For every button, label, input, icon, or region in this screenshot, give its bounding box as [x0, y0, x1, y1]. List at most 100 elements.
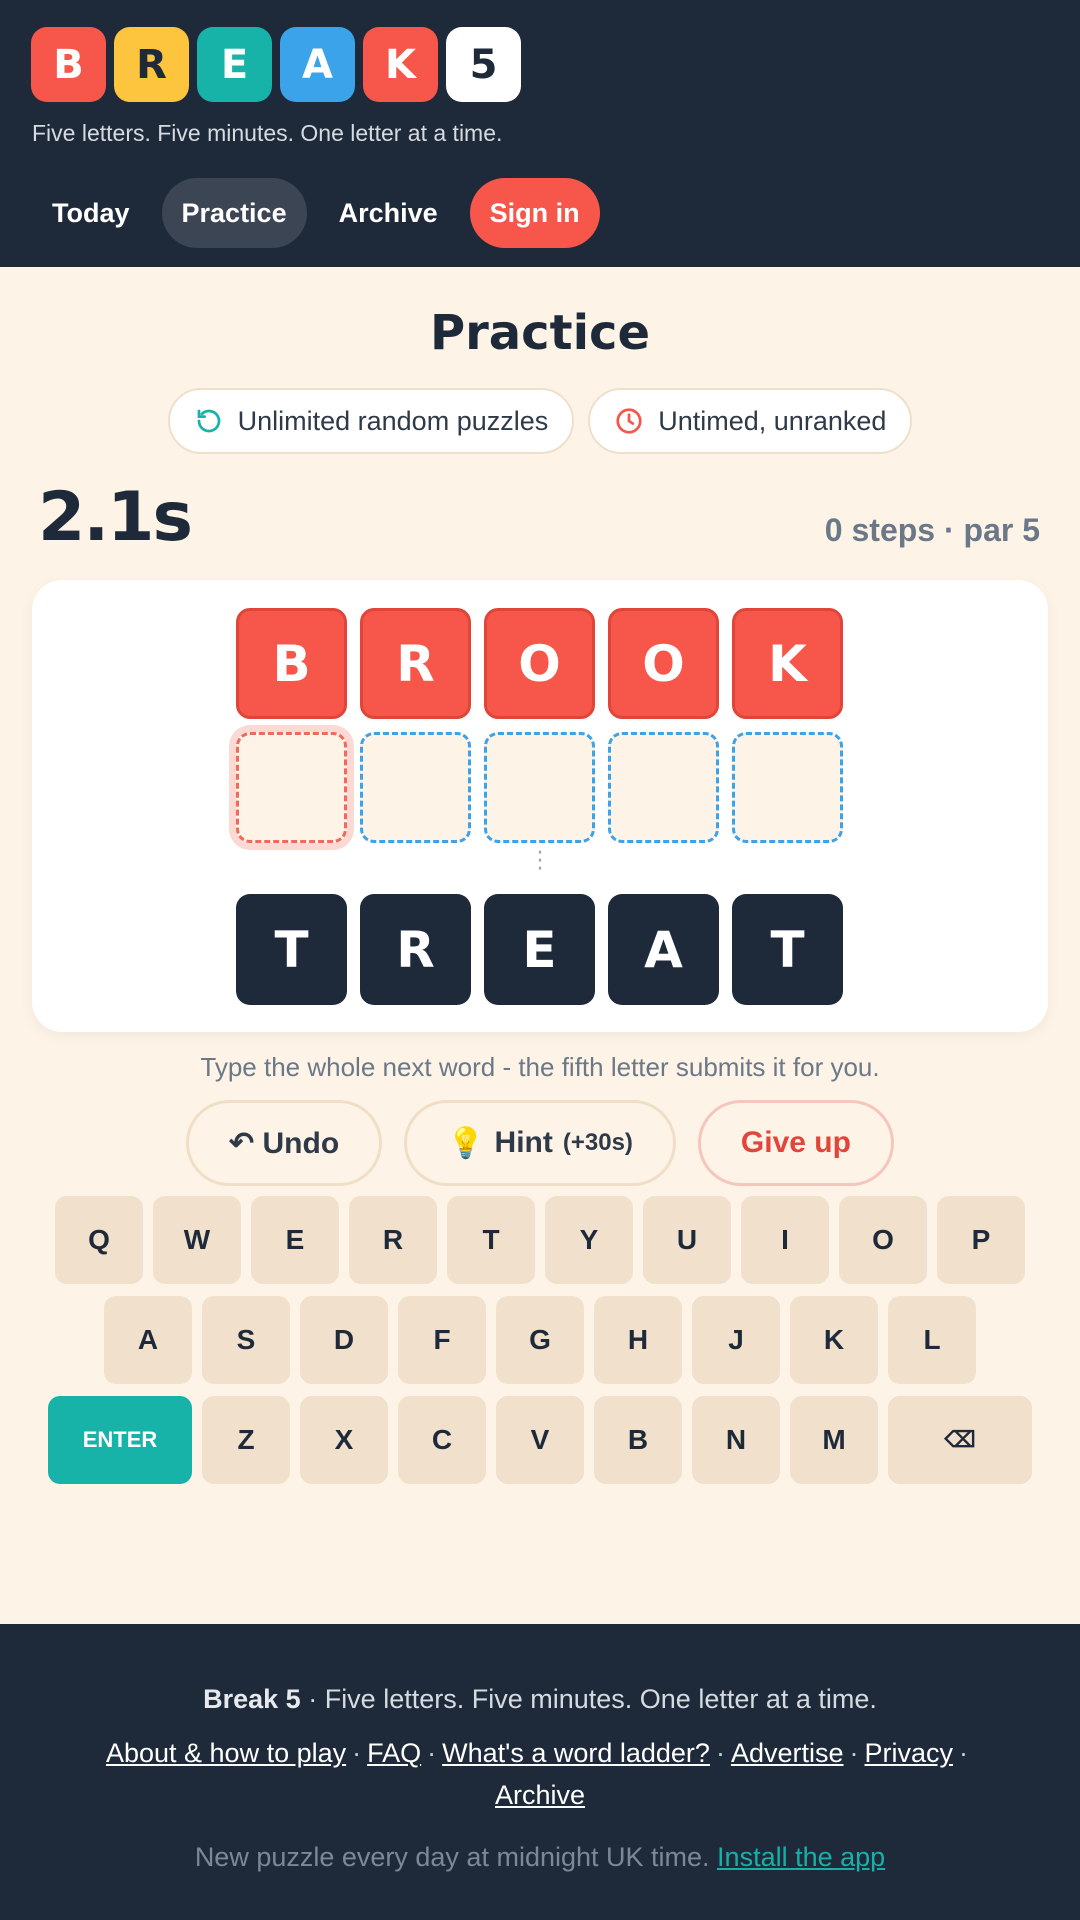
- footer-tagline-text: · Five letters. Five minutes. One letter…: [308, 1684, 877, 1714]
- key-q[interactable]: Q: [55, 1196, 143, 1284]
- enter-key[interactable]: ENTER: [48, 1396, 192, 1484]
- input-row[interactable]: [236, 732, 843, 843]
- site-footer: Break 5 · Five letters. Five minutes. On…: [0, 1624, 1080, 1920]
- break5-logo[interactable]: B R E A K 5: [31, 27, 521, 102]
- input-tile[interactable]: [732, 732, 843, 843]
- input-tile[interactable]: [484, 732, 595, 843]
- page-title: Practice: [429, 305, 651, 361]
- timer: 2.1s: [38, 478, 193, 557]
- key-i[interactable]: I: [741, 1196, 829, 1284]
- footer-note: New puzzle every day at midnight UK time…: [0, 1842, 1080, 1873]
- nav-archive[interactable]: Archive: [319, 178, 458, 248]
- key-p[interactable]: P: [937, 1196, 1025, 1284]
- logo-tile: R: [114, 27, 189, 102]
- pill-untimed: Untimed, unranked: [588, 388, 913, 454]
- steps-counter: 0 steps · par 5: [824, 512, 1040, 548]
- input-tile-active[interactable]: [236, 732, 347, 843]
- start-word-row: B R O O K: [236, 608, 843, 719]
- footer-separator: ·: [849, 1738, 859, 1768]
- key-d[interactable]: D: [300, 1296, 388, 1384]
- footer-note-text: New puzzle every day at midnight UK time…: [194, 1842, 710, 1872]
- give-up-button[interactable]: Give up: [697, 1100, 894, 1186]
- key-x[interactable]: X: [300, 1396, 388, 1484]
- site-header: B R E A K 5 Five letters. Five minutes. …: [0, 0, 1080, 267]
- hint-penalty: (+30s): [562, 1129, 633, 1156]
- keyboard-row-2: A S D F G H J K L: [0, 1296, 1080, 1384]
- footer-link-archive[interactable]: Archive: [495, 1780, 585, 1810]
- footer-separator: ·: [959, 1738, 969, 1768]
- key-v[interactable]: V: [496, 1396, 584, 1484]
- site-tagline: Five letters. Five minutes. One letter a…: [32, 120, 503, 146]
- install-app-link[interactable]: Install the app: [717, 1842, 885, 1872]
- pill-random: Unlimited random puzzles: [167, 388, 575, 454]
- game-board: B R O O K · · · T R E A T: [32, 580, 1048, 1032]
- key-z[interactable]: Z: [202, 1396, 290, 1484]
- start-tile: O: [484, 608, 595, 719]
- footer-link-word-ladder[interactable]: What's a word ladder?: [442, 1738, 710, 1768]
- target-word-row: T R E A T: [236, 894, 843, 1005]
- key-e[interactable]: E: [251, 1196, 339, 1284]
- logo-tile: E: [197, 27, 272, 102]
- undo-label: ↶ Undo: [229, 1126, 340, 1160]
- ladder-dots: · · ·: [536, 841, 544, 882]
- start-tile: B: [236, 608, 347, 719]
- key-n[interactable]: N: [692, 1396, 780, 1484]
- target-tile: R: [360, 894, 471, 1005]
- footer-link-privacy[interactable]: Privacy: [865, 1738, 954, 1768]
- give-up-label: Give up: [740, 1126, 851, 1159]
- key-s[interactable]: S: [202, 1296, 290, 1384]
- keyboard-row-3: ENTER Z X C V B N M ⌫: [0, 1396, 1080, 1484]
- key-g[interactable]: G: [496, 1296, 584, 1384]
- start-tile: K: [732, 608, 843, 719]
- footer-separator: ·: [352, 1738, 362, 1768]
- key-w[interactable]: W: [153, 1196, 241, 1284]
- target-tile: A: [608, 894, 719, 1005]
- key-l[interactable]: L: [888, 1296, 976, 1384]
- key-b[interactable]: B: [594, 1396, 682, 1484]
- start-tile: R: [360, 608, 471, 719]
- nav-today[interactable]: Today: [32, 178, 150, 248]
- refresh-icon: [197, 409, 220, 433]
- footer-tagline: Break 5 · Five letters. Five minutes. On…: [0, 1684, 1080, 1715]
- footer-separator: ·: [715, 1738, 725, 1768]
- footer-separator: ·: [427, 1738, 437, 1768]
- undo-button[interactable]: ↶ Undo: [186, 1100, 383, 1186]
- key-k[interactable]: K: [790, 1296, 878, 1384]
- nav-practice[interactable]: Practice: [161, 178, 307, 248]
- logo-tile: B: [31, 27, 106, 102]
- footer-link-faq[interactable]: FAQ: [367, 1738, 421, 1768]
- logo-tile: 5: [446, 27, 521, 102]
- footer-link-about[interactable]: About & how to play: [106, 1738, 346, 1768]
- mode-pills: Unlimited random puzzles Untimed, unrank…: [0, 388, 1080, 454]
- input-tile[interactable]: [608, 732, 719, 843]
- key-m[interactable]: M: [790, 1396, 878, 1484]
- footer-link-advertise[interactable]: Advertise: [731, 1738, 844, 1768]
- target-tile: E: [484, 894, 595, 1005]
- key-u[interactable]: U: [643, 1196, 731, 1284]
- footer-links: About & how to play · FAQ · What's a word la…: [60, 1732, 1020, 1816]
- clock-icon: [616, 408, 642, 434]
- input-tile[interactable]: [360, 732, 471, 843]
- key-a[interactable]: A: [104, 1296, 192, 1384]
- target-tile: T: [236, 894, 347, 1005]
- start-tile: O: [608, 608, 719, 719]
- key-r[interactable]: R: [349, 1196, 437, 1284]
- action-buttons: ↶ Undo 💡 Hint (+30s) Give up: [0, 1100, 1080, 1186]
- target-tile: T: [732, 894, 843, 1005]
- backspace-key[interactable]: ⌫: [888, 1396, 1032, 1484]
- key-j[interactable]: J: [692, 1296, 780, 1384]
- hint-label: Hint: [494, 1126, 553, 1159]
- sign-in-button[interactable]: Sign in: [469, 178, 600, 248]
- pill-untimed-label: Untimed, unranked: [658, 405, 887, 436]
- key-c[interactable]: C: [398, 1396, 486, 1484]
- instruction-text: Type the whole next word - the fifth let…: [200, 1052, 880, 1082]
- logo-tile: A: [280, 27, 355, 102]
- key-h[interactable]: H: [594, 1296, 682, 1384]
- hint-button[interactable]: 💡 Hint (+30s): [404, 1100, 676, 1186]
- footer-brand: Break 5: [203, 1684, 301, 1714]
- key-f[interactable]: F: [398, 1296, 486, 1384]
- key-t[interactable]: T: [447, 1196, 535, 1284]
- key-o[interactable]: O: [839, 1196, 927, 1284]
- key-y[interactable]: Y: [545, 1196, 633, 1284]
- main-nav: Today Practice Archive Sign in: [32, 178, 600, 248]
